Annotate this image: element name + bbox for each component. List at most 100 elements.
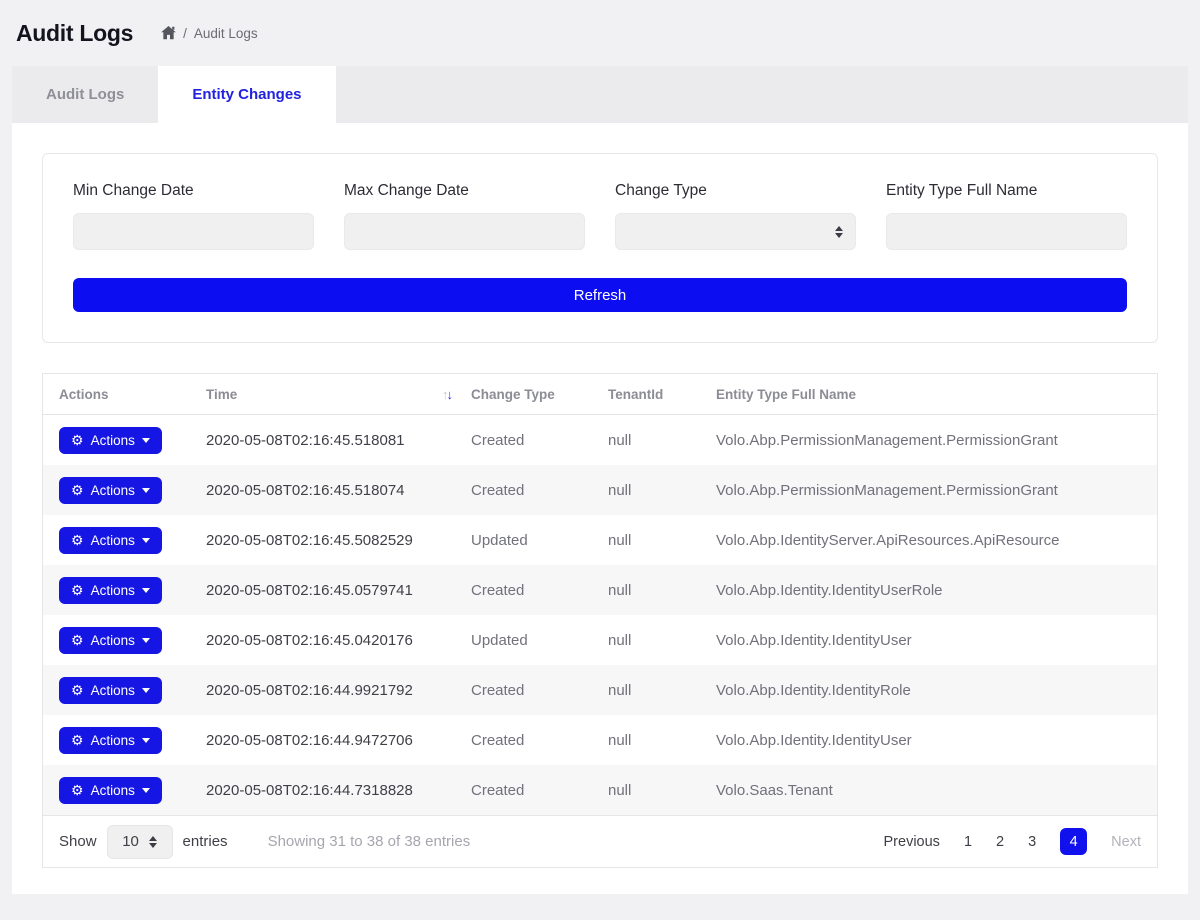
page-header: Audit Logs / Audit Logs [0,0,1200,66]
caret-down-icon [142,488,150,493]
cell-time: 2020-05-08T02:16:45.518074 [206,482,471,499]
cell-time: 2020-05-08T02:16:44.9921792 [206,682,471,699]
cell-change-type: Updated [471,532,608,549]
actions-button[interactable]: ⚙Actions [59,727,162,754]
table-row: ⚙Actions 2020-05-08T02:16:45.0579741 Cre… [43,565,1157,615]
cell-tenant-id: null [608,482,716,499]
entity-type-input[interactable] [886,213,1127,250]
entries-label: entries [183,833,228,850]
cell-change-type: Created [471,732,608,749]
table-row: ⚙Actions 2020-05-08T02:16:45.5082529 Upd… [43,515,1157,565]
column-header-actions: Actions [59,387,206,402]
page-title: Audit Logs [16,20,133,47]
table-row: ⚙Actions 2020-05-08T02:16:45.0420176 Upd… [43,615,1157,665]
caret-down-icon [142,438,150,443]
gear-icon: ⚙ [71,533,84,547]
cell-entity-type: Volo.Abp.Identity.IdentityUserRole [716,582,1157,599]
actions-button[interactable]: ⚙Actions [59,677,162,704]
change-type-label: Change Type [615,182,856,200]
showing-entries-text: Showing 31 to 38 of 38 entries [268,833,471,850]
cell-tenant-id: null [608,782,716,799]
refresh-button[interactable]: Refresh [73,278,1127,312]
column-header-tenant-id: TenantId [608,387,716,402]
page-size-value: 10 [122,833,139,850]
cell-entity-type: Volo.Abp.Identity.IdentityUser [716,632,1157,649]
breadcrumb-current: Audit Logs [194,26,258,41]
cell-entity-type: Volo.Abp.PermissionManagement.Permission… [716,482,1157,499]
actions-button[interactable]: ⚙Actions [59,427,162,454]
gear-icon: ⚙ [71,583,84,597]
tab-entity-changes[interactable]: Entity Changes [158,66,335,123]
table-row: ⚙Actions 2020-05-08T02:16:44.7318828 Cre… [43,765,1157,815]
pagination-next[interactable]: Next [1111,834,1141,850]
pagination-page-2[interactable]: 2 [996,834,1004,850]
filter-max-change-date: Max Change Date [344,182,585,250]
table-row: ⚙Actions 2020-05-08T02:16:45.518074 Crea… [43,465,1157,515]
table-footer: Show 10 entries Showing 31 to 38 of 38 e… [43,815,1157,867]
cell-change-type: Created [471,682,608,699]
filter-entity-type: Entity Type Full Name [886,182,1127,250]
caret-down-icon [142,638,150,643]
cell-tenant-id: null [608,732,716,749]
filter-card: Min Change Date Max Change Date Change T… [42,153,1158,343]
caret-down-icon [142,688,150,693]
filter-min-change-date: Min Change Date [73,182,314,250]
pagination-page-1[interactable]: 1 [964,834,972,850]
sort-icon[interactable]: ↑↓ [442,387,451,402]
column-header-time[interactable]: Time ↑↓ [206,387,471,402]
column-header-entity-type: Entity Type Full Name [716,387,1157,402]
gear-icon: ⚙ [71,783,84,797]
cell-change-type: Created [471,782,608,799]
actions-button[interactable]: ⚙Actions [59,527,162,554]
column-header-change-type: Change Type [471,387,608,402]
cell-time: 2020-05-08T02:16:45.0579741 [206,582,471,599]
table-row: ⚙Actions 2020-05-08T02:16:44.9472706 Cre… [43,715,1157,765]
cell-time: 2020-05-08T02:16:45.518081 [206,432,471,449]
filter-change-type: Change Type [615,182,856,250]
max-change-date-input[interactable] [344,213,585,250]
show-label: Show [59,833,97,850]
table-row: ⚙Actions 2020-05-08T02:16:44.9921792 Cre… [43,665,1157,715]
pagination-page-4-active[interactable]: 4 [1060,828,1087,855]
min-change-date-input[interactable] [73,213,314,250]
main-panel: Audit Logs Entity Changes Min Change Dat… [12,66,1188,894]
caret-down-icon [142,788,150,793]
gear-icon: ⚙ [71,433,84,447]
actions-button[interactable]: ⚙Actions [59,577,162,604]
home-icon[interactable] [161,26,176,40]
gear-icon: ⚙ [71,683,84,697]
select-updown-icon [149,836,157,848]
pagination-previous[interactable]: Previous [884,834,940,850]
select-updown-icon [835,226,843,238]
cell-entity-type: Volo.Saas.Tenant [716,782,1157,799]
caret-down-icon [142,738,150,743]
gear-icon: ⚙ [71,733,84,747]
cell-change-type: Created [471,482,608,499]
cell-change-type: Created [471,432,608,449]
cell-time: 2020-05-08T02:16:45.5082529 [206,532,471,549]
page-size-select[interactable]: 10 [107,825,173,859]
cell-time: 2020-05-08T02:16:44.7318828 [206,782,471,799]
breadcrumb-separator: / [183,26,187,41]
table-header-row: Actions Time ↑↓ Change Type TenantId Ent… [43,374,1157,415]
max-change-date-label: Max Change Date [344,182,585,200]
min-change-date-label: Min Change Date [73,182,314,200]
change-type-select[interactable] [615,213,856,250]
pagination-page-3[interactable]: 3 [1028,834,1036,850]
caret-down-icon [142,538,150,543]
cell-tenant-id: null [608,432,716,449]
actions-button[interactable]: ⚙Actions [59,777,162,804]
tab-audit-logs[interactable]: Audit Logs [12,66,158,123]
tab-content: Min Change Date Max Change Date Change T… [12,123,1188,894]
cell-change-type: Created [471,582,608,599]
entity-type-label: Entity Type Full Name [886,182,1127,200]
gear-icon: ⚙ [71,633,84,647]
cell-time: 2020-05-08T02:16:45.0420176 [206,632,471,649]
actions-button[interactable]: ⚙Actions [59,627,162,654]
cell-tenant-id: null [608,532,716,549]
actions-button[interactable]: ⚙Actions [59,477,162,504]
cell-entity-type: Volo.Abp.Identity.IdentityRole [716,682,1157,699]
cell-entity-type: Volo.Abp.Identity.IdentityUser [716,732,1157,749]
cell-time: 2020-05-08T02:16:44.9472706 [206,732,471,749]
cell-entity-type: Volo.Abp.IdentityServer.ApiResources.Api… [716,532,1157,549]
